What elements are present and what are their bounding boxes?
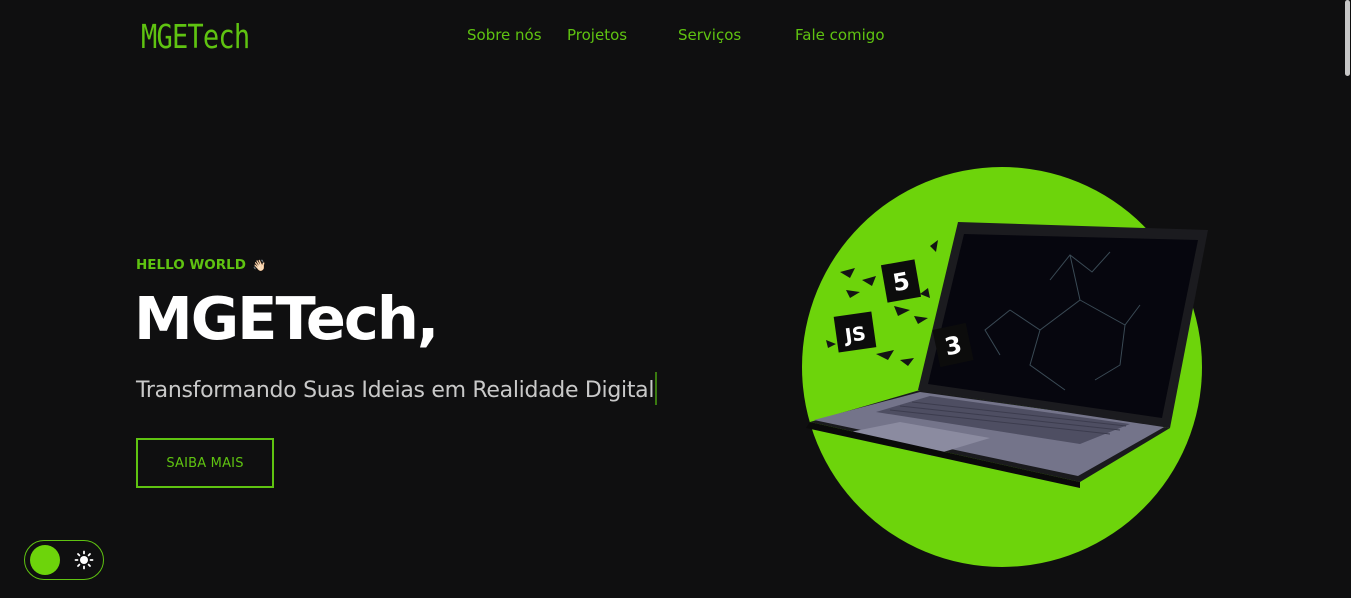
hero-subtitle-text: Transformando Suas Ideias em Realidade D… bbox=[136, 378, 655, 403]
svg-text:JS: JS bbox=[842, 323, 868, 348]
hero-illustration: 5 JS 3 bbox=[802, 167, 1208, 567]
saiba-mais-button[interactable]: SAIBA MAIS bbox=[136, 438, 274, 488]
hero-tagline-text: HELLO WORLD bbox=[136, 257, 246, 273]
toggle-knob bbox=[30, 545, 60, 575]
sun-icon bbox=[74, 550, 94, 570]
page: MGETech Sobre nós Projetos Serviços Fale… bbox=[0, 0, 1351, 598]
page-scrollbar[interactable] bbox=[1342, 0, 1351, 598]
nav-item-fale-comigo[interactable]: Fale comigo bbox=[795, 26, 885, 44]
typing-caret bbox=[655, 372, 657, 405]
html5-badge: 5 bbox=[880, 259, 922, 303]
waving-hand-icon: 👋🏻 bbox=[252, 259, 267, 272]
scrollbar-thumb[interactable] bbox=[1345, 0, 1350, 76]
js-badge: JS bbox=[833, 311, 877, 353]
brand-logo[interactable]: MGETech bbox=[141, 17, 250, 56]
nav-item-projetos[interactable]: Projetos bbox=[567, 26, 627, 44]
nav-item-sobre-nos[interactable]: Sobre nós bbox=[467, 26, 542, 44]
nav-item-servicos[interactable]: Serviços bbox=[678, 26, 741, 44]
hero-tagline: HELLO WORLD 👋🏻 bbox=[136, 257, 266, 273]
hero-title: MGETech, bbox=[134, 284, 439, 353]
theme-toggle[interactable] bbox=[24, 540, 104, 580]
hero-subtitle: Transformando Suas Ideias em Realidade D… bbox=[136, 372, 657, 405]
